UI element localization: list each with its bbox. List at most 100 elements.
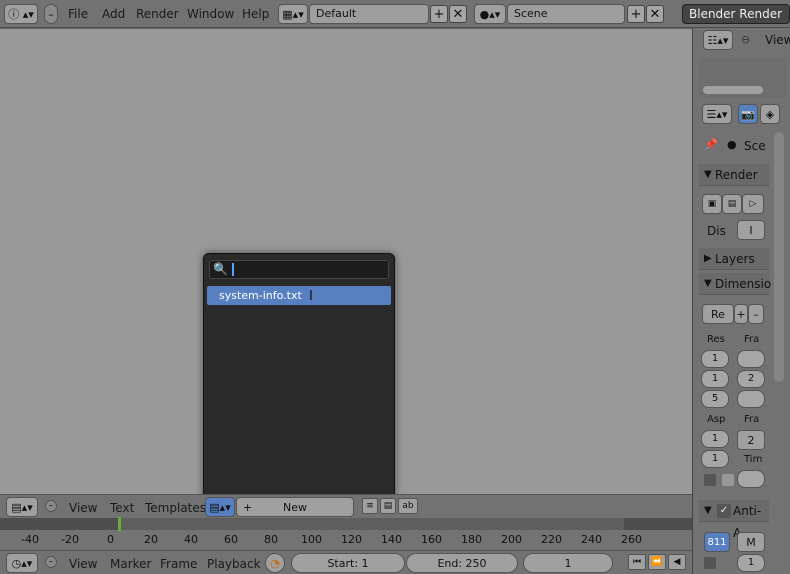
render-layers-icon: ◈ [765,107,775,121]
scene-icon: ● [727,138,737,151]
timeline-tick-label: 240 [581,533,602,546]
jump-keyframe-back-button[interactable]: ⏪ [648,554,666,570]
syntax-icon: ab [402,501,414,511]
popup-search-input[interactable]: 🔍 [209,260,389,279]
timeline-tick-label: 160 [421,533,442,546]
play-animation-button[interactable]: ▷ [742,194,764,214]
render-presets-select[interactable]: Re [702,304,734,324]
current-frame-field[interactable]: 1 [523,553,613,573]
menu-view[interactable]: View [69,501,97,515]
aspect-y-field[interactable]: 1 [701,450,729,468]
jump-start-icon: ⏮ [632,557,642,567]
menu-frame[interactable]: Frame [160,557,197,571]
expand-right-icon: ▶ [704,253,712,264]
checkbox-checked-icon[interactable]: ✓ [717,504,731,518]
collapse-icon[interactable]: ⊖ [741,33,750,46]
menu-text[interactable]: Text [110,501,134,515]
menu-window[interactable]: Window [187,7,234,21]
minus-icon: – [48,557,54,567]
new-label: New [283,500,307,514]
new-text-button[interactable]: + New [236,497,354,517]
layers-panel-header[interactable]: ▶ Layers [699,248,769,270]
layers-panel-title: Layers [715,252,755,266]
collapse-menu-button[interactable]: – [44,4,58,24]
crop-checkbox[interactable] [722,474,734,486]
border-checkbox[interactable] [704,474,716,486]
add-layout-button[interactable]: + [430,5,448,23]
text-cursor [232,263,234,276]
dimensions-panel-header[interactable]: ▼ Dimensio [699,273,771,295]
editor-type-timeline-button[interactable]: ◷▴▾ [6,553,38,573]
add-scene-button[interactable]: + [627,5,645,23]
display-select[interactable]: I [737,220,765,240]
resolution-percent-field[interactable]: 5 [701,390,729,408]
menu-view[interactable]: View [69,557,97,571]
current-frame-marker[interactable] [118,517,121,531]
menu-view[interactable]: View [765,33,790,47]
timeline-tick-label: 40 [184,533,198,546]
render-engine-select[interactable]: Blender Render [682,4,790,24]
start-frame-field[interactable]: Start: 1 [291,553,405,573]
full-sample-checkbox[interactable] [704,557,716,569]
plus-icon: + [243,500,253,514]
filter-size-field[interactable]: 1 [737,554,765,572]
properties-scrollbar[interactable] [774,132,784,382]
popup-result-item[interactable]: system-info.txt [207,286,391,305]
jump-start-button[interactable]: ⏮ [628,554,646,570]
add-preset-button[interactable]: + [734,304,748,324]
scene-icon: ●▴▾ [479,7,501,21]
menu-templates[interactable]: Templates [145,501,206,515]
end-frame-field[interactable]: End: 250 [406,553,518,573]
frame-start-field[interactable] [737,350,765,368]
collapse-menu-button[interactable]: – [45,500,57,512]
properties-icon: ☰▴▾ [706,107,728,121]
play-reverse-button[interactable]: ◀ [668,554,686,570]
frame-end-field[interactable]: 2 [737,370,765,388]
menu-file[interactable]: File [68,7,88,21]
aa-samples-button[interactable]: 8 11 [704,532,730,552]
outliner-hscrollbar[interactable] [703,86,763,94]
editor-type-text-button[interactable]: ▤▴▾ [6,497,38,517]
time-remap-field[interactable] [737,470,765,488]
menu-marker[interactable]: Marker [110,557,151,571]
layout-name-field[interactable]: Default [309,4,429,24]
remove-scene-button[interactable]: ✕ [646,5,664,23]
line-numbers-toggle[interactable]: ≡ [362,498,378,514]
render-tab-button[interactable]: 📷 [738,104,758,124]
info-icon: ⓘ ▴▾ [8,8,34,21]
minus-icon: – [48,501,54,511]
aspect-x-field[interactable]: 1 [701,430,729,448]
editor-type-properties-button[interactable]: ☰▴▾ [702,104,732,124]
word-wrap-toggle[interactable]: ▤ [380,498,396,514]
editor-type-info-button[interactable]: ⓘ ▴▾ [4,4,38,24]
remove-layout-button[interactable]: ✕ [449,5,467,23]
sync-mode-button[interactable]: ◔ [265,553,285,573]
resolution-x-field[interactable]: 1 [701,350,729,368]
remove-preset-button[interactable]: – [748,304,764,324]
rewind-icon: ⏪ [651,557,663,567]
menu-playback[interactable]: Playback [207,557,261,571]
render-animation-button[interactable]: ▤ [722,194,742,214]
collapse-menu-button[interactable]: – [45,556,57,568]
frame-step-field[interactable] [737,390,765,408]
frame-rate-select[interactable]: 2 [737,430,765,450]
scene-selector[interactable]: ●▴▾ [474,4,506,24]
render-layers-tab-button[interactable]: ◈ [760,104,780,124]
pin-icon[interactable]: 📌 [704,138,718,151]
resolution-y-field[interactable]: 1 [701,370,729,388]
browse-text-button[interactable]: ▤▴▾ [205,497,235,517]
screen-layout-selector[interactable]: ▦▴▾ [278,4,308,24]
time-remap-label: Tim [744,454,763,465]
editor-type-outliner-button[interactable]: ☷▴▾ [703,30,733,50]
menu-add[interactable]: Add [102,7,125,21]
scene-name-field[interactable]: Scene [507,4,625,24]
clapper-icon: ▤ [727,199,737,209]
antialias-panel-header[interactable]: ▼✓Anti-A [699,500,769,540]
syntax-highlight-toggle[interactable]: ab [398,498,418,514]
menu-help[interactable]: Help [242,7,269,21]
render-panel-header[interactable]: ▼ Render [699,164,769,186]
play-icon: ▷ [749,199,757,209]
aa-filter-select[interactable]: M [737,532,765,552]
render-image-button[interactable]: ▣ [702,194,722,214]
menu-render[interactable]: Render [136,7,179,21]
